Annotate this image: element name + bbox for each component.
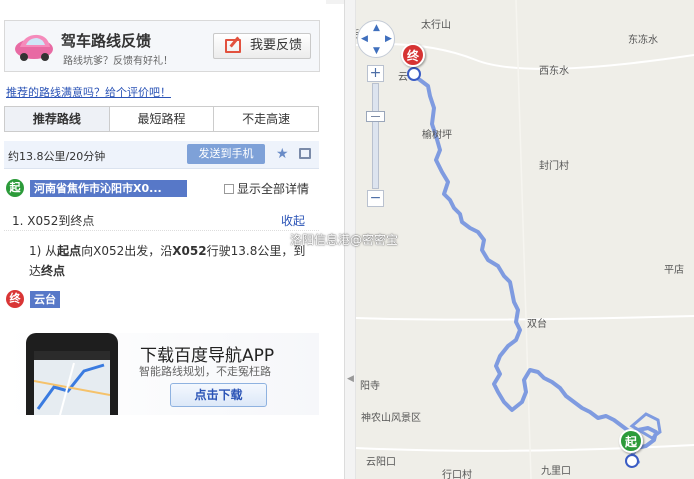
step-end-word: 终点 (41, 264, 66, 278)
start-row: 起 河南省焦作市沁阳市X0... 显示全部详情 (6, 179, 318, 199)
watermark: 洛阳信息港@密密宝 (290, 233, 399, 247)
collapse-arrow-icon[interactable]: ◀ (347, 374, 354, 384)
step-road: X052 (172, 244, 207, 258)
map-label: 东冻水 (628, 35, 658, 46)
map-label: 太行山 (421, 20, 451, 31)
map-label: 双台 (527, 319, 547, 330)
feedback-button-label: 我要反馈 (250, 38, 303, 53)
zoom-slider-handle[interactable] (366, 111, 385, 122)
show-all-details-toggle[interactable]: 显示全部详情 (224, 180, 309, 197)
end-place[interactable]: 云台 (30, 291, 60, 308)
map-label: 云阳口 (366, 457, 396, 468)
rate-route-link[interactable]: 推荐的路线满意吗？给个评价吧！ (6, 84, 171, 100)
route-distance: 约13.8公里/20分钟 (8, 150, 106, 163)
tab-recommended[interactable]: 推荐路线 (5, 107, 110, 131)
show-all-details-label: 显示全部详情 (237, 182, 310, 196)
map-label: 榆树坪 (422, 130, 452, 141)
step-start-word: 起点 (57, 244, 82, 258)
map-label: 阳寺 (360, 381, 380, 392)
tab-no-highway[interactable]: 不走高速 (214, 107, 318, 131)
phone-screen (34, 351, 110, 415)
feedback-banner: 驾车路线反馈 路线坑爹？反馈有好礼！ 我要反馈 (4, 20, 320, 72)
edit-icon (225, 39, 241, 53)
start-marker-icon: 起 (6, 179, 24, 197)
step-title: 1. X052到终点 (12, 214, 95, 228)
map-pan-control[interactable]: ▲ ▼ ◀ ▶ (357, 20, 395, 58)
app-download-banner: 下载百度导航APP 智能路线规划，不走冤枉路 点击下载 (4, 333, 319, 415)
tab-shortest[interactable]: 最短路程 (110, 107, 215, 131)
phone-image (26, 333, 118, 415)
route-tabs: 推荐路线 最短路程 不走高速 (4, 106, 319, 132)
start-place[interactable]: 河南省焦作市沁阳市X0... (30, 180, 187, 197)
map-label: 云 (398, 72, 408, 83)
pan-left-icon[interactable]: ◀ (361, 35, 368, 44)
map-label: 西东水 (539, 66, 569, 77)
zoom-slider[interactable] (372, 83, 379, 189)
step-detail: 1) 从起点向X052出发，沿X052行驶13.8公里，到达终点 (29, 241, 317, 281)
ad-subtitle: 智能路线规划，不走冤枉路 (139, 365, 271, 378)
pan-down-icon[interactable]: ▼ (373, 47, 380, 56)
checkbox[interactable] (224, 184, 234, 194)
map-view[interactable]: 太行山 后 云 东冻水 西东水 榆树坪 封门村 平店 双台 阳寺 神农山风景区 … (356, 0, 694, 479)
collapse-link[interactable]: 收起 (281, 212, 305, 229)
zoom-out-button[interactable]: − (367, 190, 384, 207)
step-header[interactable]: 1. X052到终点 收起 (4, 205, 319, 231)
end-row: 终 云台 (6, 290, 318, 310)
download-button[interactable]: 点击下载 (170, 383, 267, 407)
pan-right-icon[interactable]: ▶ (385, 35, 392, 44)
car-icon (15, 34, 53, 61)
feedback-title: 驾车路线反馈 (61, 32, 152, 50)
feedback-button[interactable]: 我要反馈 (213, 33, 311, 59)
send-to-phone-button[interactable]: 发送到手机 (187, 144, 265, 164)
route-summary: 约13.8公里/20分钟 发送到手机 ★ (4, 141, 319, 169)
map-label: 行口村 (442, 470, 472, 479)
pan-up-icon[interactable]: ▲ (373, 24, 380, 33)
feedback-subtitle: 路线坑爹？反馈有好礼！ (63, 56, 173, 67)
route-panel: 驾车路线反馈 路线坑爹？反馈有好礼！ 我要反馈 推荐的路线满意吗？给个评价吧！ … (0, 0, 326, 479)
star-icon[interactable]: ★ (276, 147, 289, 161)
map-start-marker[interactable]: 起 (619, 429, 643, 453)
map-label: 九里口 (541, 466, 571, 477)
step-text: 向X052出发，沿 (81, 244, 173, 258)
print-icon[interactable] (299, 148, 311, 159)
zoom-in-button[interactable]: + (367, 65, 384, 82)
end-marker-icon: 终 (6, 290, 24, 308)
map-label: 平店 (664, 265, 684, 276)
map-label: 封门村 (539, 161, 569, 172)
step-text: 1) 从 (29, 244, 58, 258)
map-end-marker[interactable]: 终 (401, 43, 425, 67)
map-label: 神农山风景区 (361, 413, 421, 424)
